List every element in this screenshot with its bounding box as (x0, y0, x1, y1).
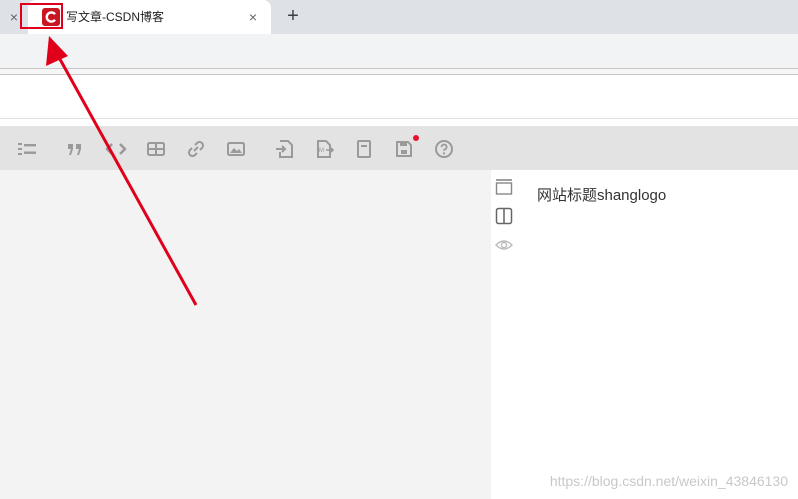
quote-icon[interactable] (64, 138, 86, 160)
image-icon[interactable] (225, 138, 247, 160)
divider (0, 74, 798, 75)
divider (0, 118, 798, 119)
browser-toolbar (0, 34, 798, 68)
link-icon[interactable] (185, 138, 207, 160)
import-icon[interactable] (273, 138, 295, 160)
markdown-editor-pane[interactable] (0, 170, 491, 499)
draft-icon[interactable] (353, 138, 375, 160)
table-icon[interactable] (145, 138, 167, 160)
export-markdown-icon[interactable]: M (313, 138, 335, 160)
new-tab-button[interactable]: + (283, 6, 303, 26)
active-browser-tab[interactable]: 写文章-CSDN博客 × (28, 0, 271, 34)
code-icon[interactable] (105, 138, 127, 160)
article-title-input[interactable] (0, 80, 798, 118)
preview-eye-icon[interactable] (495, 236, 513, 254)
editor-toolbar: M (0, 126, 798, 170)
watermark-text: https://blog.csdn.net/weixin_43846130 (549, 473, 788, 489)
split-view-icon[interactable] (495, 207, 513, 225)
tab-close-icon[interactable]: × (245, 9, 261, 25)
svg-text:M: M (319, 148, 324, 154)
unsaved-indicator-dot (413, 135, 419, 141)
help-icon[interactable] (433, 138, 455, 160)
preview-content-text: 网站标题shanglogo (537, 187, 667, 204)
tab-title: 写文章-CSDN博客 (66, 10, 164, 24)
preview-pane: 网站标题shanglogo (491, 170, 798, 499)
favicon-highlight-box (20, 3, 63, 29)
save-icon[interactable] (393, 138, 415, 160)
layout-top-icon[interactable] (495, 178, 513, 196)
ordered-list-icon[interactable] (16, 138, 38, 160)
